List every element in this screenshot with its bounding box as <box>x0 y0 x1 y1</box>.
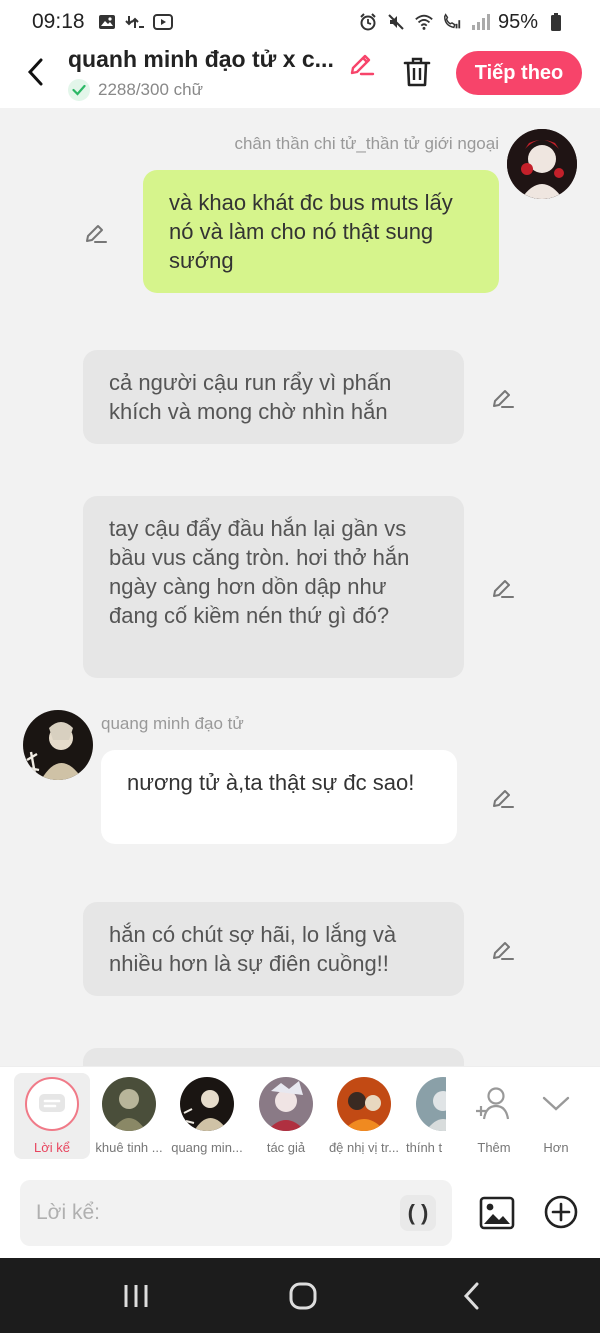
character-avatar <box>102 1077 156 1131</box>
cast-label: thính t <box>406 1140 443 1155</box>
character-avatar <box>180 1077 234 1131</box>
edit-title-button[interactable] <box>346 48 378 78</box>
cast-narrator[interactable]: Lời kể <box>14 1073 90 1159</box>
narration-bubble-partial[interactable] <box>83 1048 464 1066</box>
status-bar: 09:18 95% <box>0 0 600 44</box>
narration-bubble[interactable]: tay cậu đẩy đầu hắn lại gần vs bầu vus c… <box>83 496 464 678</box>
next-button[interactable]: Tiếp theo <box>456 51 582 95</box>
cast-label: tác giả <box>266 1140 306 1155</box>
recent-apps-icon <box>124 1285 148 1307</box>
cast-label: quang min... <box>171 1140 243 1155</box>
more-button[interactable]: Hơn <box>518 1077 594 1163</box>
system-nav-bar <box>0 1258 600 1333</box>
chevron-left-icon <box>27 58 43 86</box>
cast-character[interactable]: tác giả <box>248 1077 324 1163</box>
status-time: 09:18 <box>32 10 85 33</box>
chevron-down-icon <box>529 1077 583 1131</box>
cast-label: Hơn <box>543 1140 569 1155</box>
cast-character[interactable]: thính t <box>404 1077 446 1163</box>
character-avatar[interactable] <box>23 710 93 780</box>
narration-icon <box>25 1077 79 1131</box>
alarm-icon <box>358 13 378 31</box>
pencil-icon <box>350 54 375 76</box>
word-count: 2288/300 chữ <box>68 79 203 101</box>
character-selector: Lời kể khuê tinh ... quang min... tác gi… <box>0 1066 600 1170</box>
pencil-icon <box>86 225 107 243</box>
composer-bar: ( ) <box>0 1170 600 1258</box>
back-arrow-icon <box>463 1282 479 1310</box>
system-back-button[interactable] <box>451 1278 491 1314</box>
word-count-text: 2288/300 chữ <box>98 80 203 99</box>
character-avatar <box>259 1077 313 1131</box>
story-title: quanh minh đạo tử x c... <box>68 46 334 72</box>
cast-character[interactable]: quang min... <box>169 1077 245 1163</box>
edit-message-button[interactable] <box>489 573 517 601</box>
edit-message-button[interactable] <box>489 383 517 411</box>
image-icon <box>479 1196 515 1230</box>
insert-image-button[interactable] <box>478 1194 516 1232</box>
cast-label: đệ nhị vị tr... <box>328 1140 400 1155</box>
character-avatar <box>337 1077 391 1131</box>
message-bubble-user[interactable]: và khao khát đc bus muts lấy nó và làm c… <box>143 170 499 293</box>
delete-button[interactable] <box>398 54 436 90</box>
pencil-icon <box>493 942 514 960</box>
signal-icon <box>470 13 490 31</box>
cast-label: Lời kể <box>34 1140 70 1155</box>
edit-message-button[interactable] <box>82 218 110 246</box>
mute-icon <box>386 13 406 31</box>
character-avatar <box>416 1077 446 1131</box>
add-person-icon <box>467 1077 521 1131</box>
pencil-icon <box>493 580 514 598</box>
story-chat[interactable]: chân thần chi tử_thần tử giới ngoại và k… <box>0 108 600 1066</box>
add-button[interactable] <box>543 1194 579 1230</box>
trash-icon <box>403 57 431 87</box>
transfer-notification-icon <box>124 13 145 31</box>
cast-label: khuê tinh ... <box>95 1140 163 1155</box>
plus-circle-icon <box>544 1195 578 1229</box>
narration-input[interactable] <box>36 1201 400 1225</box>
edit-message-button[interactable] <box>489 935 517 963</box>
home-icon <box>289 1282 317 1310</box>
pencil-icon <box>493 790 514 808</box>
back-button[interactable] <box>20 54 50 90</box>
check-icon <box>68 79 90 101</box>
pencil-icon <box>493 390 514 408</box>
message-bubble-character[interactable]: nương tử à,ta thật sự đc sao! <box>101 750 457 844</box>
narration-bubble[interactable]: cả người cậu run rẩy vì phấn khích và mo… <box>83 350 464 444</box>
composer-box: ( ) <box>20 1180 452 1246</box>
parenthesis-button[interactable]: ( ) <box>400 1195 436 1231</box>
youtube-notification-icon <box>152 13 173 31</box>
sender-name: quang minh đạo tử <box>101 714 244 733</box>
editor-header: quanh minh đạo tử x c... 2288/300 chữ Ti… <box>0 44 600 108</box>
home-button[interactable] <box>283 1278 323 1314</box>
sender-name: chân thần chi tử_thần tử giới ngoại <box>234 134 499 153</box>
cast-character[interactable]: đệ nhị vị tr... <box>326 1077 402 1163</box>
recent-apps-button[interactable] <box>116 1278 156 1314</box>
battery-icon <box>546 13 566 31</box>
battery-percent: 95% <box>497 10 538 33</box>
call-signal-icon <box>442 13 462 31</box>
gallery-notification-icon <box>97 13 117 31</box>
narration-bubble[interactable]: hắn có chút sợ hãi, lo lắng và nhiều hơn… <box>83 902 464 996</box>
user-avatar[interactable] <box>507 129 577 199</box>
cast-character[interactable]: khuê tinh ... <box>91 1077 167 1163</box>
edit-message-button[interactable] <box>489 783 517 811</box>
wifi-icon <box>414 13 434 31</box>
